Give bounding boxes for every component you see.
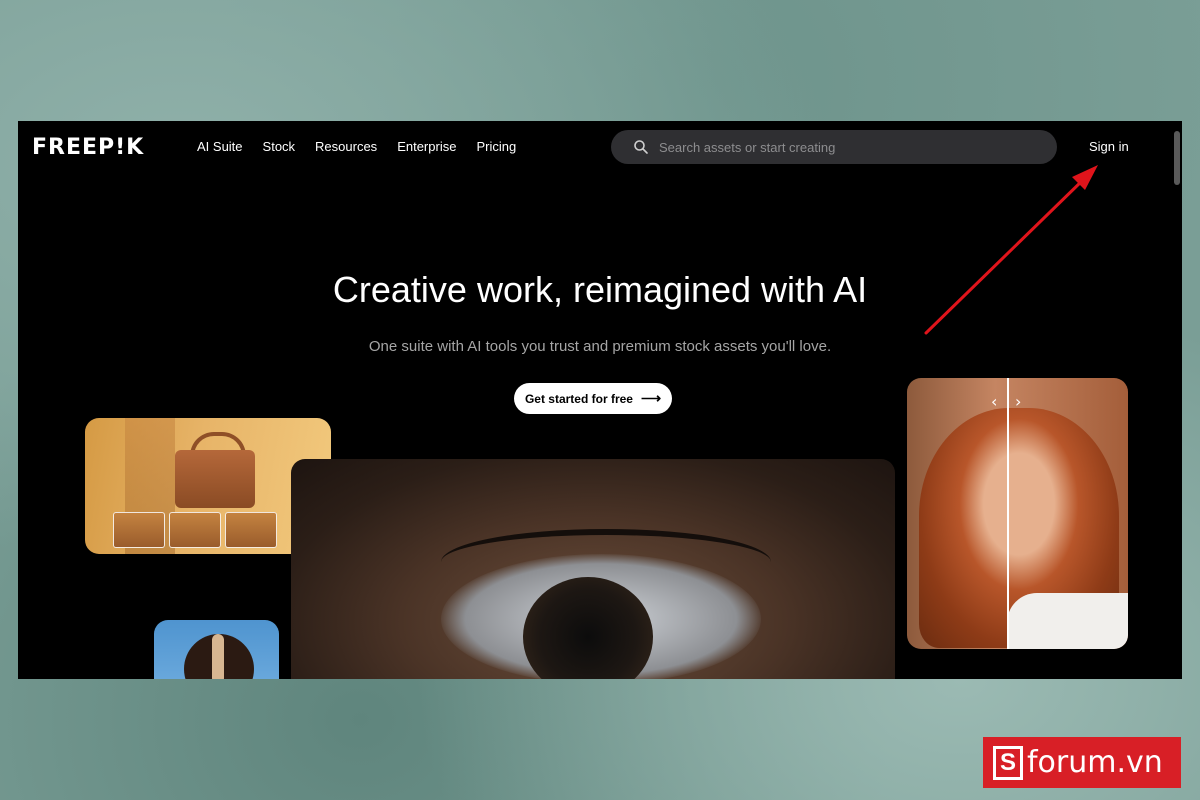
browser-viewport: FREEP!K AI Suite Stock Resources Enterpr… <box>18 121 1182 679</box>
headphones <box>212 634 224 679</box>
scrollbar[interactable] <box>1174 131 1180 185</box>
sforum-watermark: S forum.vn <box>983 737 1181 788</box>
search-icon <box>634 140 648 154</box>
thumbnail[interactable] <box>225 512 277 548</box>
sforum-logo-mark: S <box>993 745 1023 780</box>
sign-in-link[interactable]: Sign in <box>1089 139 1129 154</box>
get-started-button[interactable]: Get started for free ⟶ <box>514 383 672 414</box>
headphones-portrait-image <box>154 620 279 679</box>
freepik-logo[interactable]: FREEP!K <box>32 135 144 160</box>
hero-title: Creative work, reimagined with AI <box>332 269 868 310</box>
get-started-label: Get started for free <box>524 391 633 406</box>
arrow-right-icon: ⟶ <box>640 390 662 406</box>
sforum-text: forum.vn <box>1027 745 1163 780</box>
nav-stock[interactable]: Stock <box>263 139 296 154</box>
before-after-portrait: ‹ › <box>907 378 1128 649</box>
nav-ai-suite[interactable]: AI Suite <box>197 139 243 154</box>
comparison-slider-handle[interactable] <box>1007 378 1009 649</box>
chevron-right-icon[interactable]: › <box>1015 392 1021 411</box>
main-nav: AI Suite Stock Resources Enterprise Pric… <box>197 139 536 154</box>
nav-pricing[interactable]: Pricing <box>476 139 516 154</box>
nav-enterprise[interactable]: Enterprise <box>397 139 456 154</box>
thumbnail[interactable] <box>113 512 165 548</box>
eye-closeup-image <box>291 459 895 679</box>
variation-thumbnails <box>113 512 277 548</box>
nav-resources[interactable]: Resources <box>315 139 377 154</box>
leather-bag <box>175 450 255 508</box>
eyelashes <box>441 529 771 595</box>
search-bar[interactable] <box>611 130 1057 164</box>
thumbnail[interactable] <box>169 512 221 548</box>
white-shirt <box>1007 593 1128 649</box>
search-input[interactable] <box>657 138 1041 156</box>
hero-subtitle: One suite with AI tools you trust and pr… <box>368 338 832 355</box>
chevron-left-icon[interactable]: ‹ <box>991 392 997 411</box>
